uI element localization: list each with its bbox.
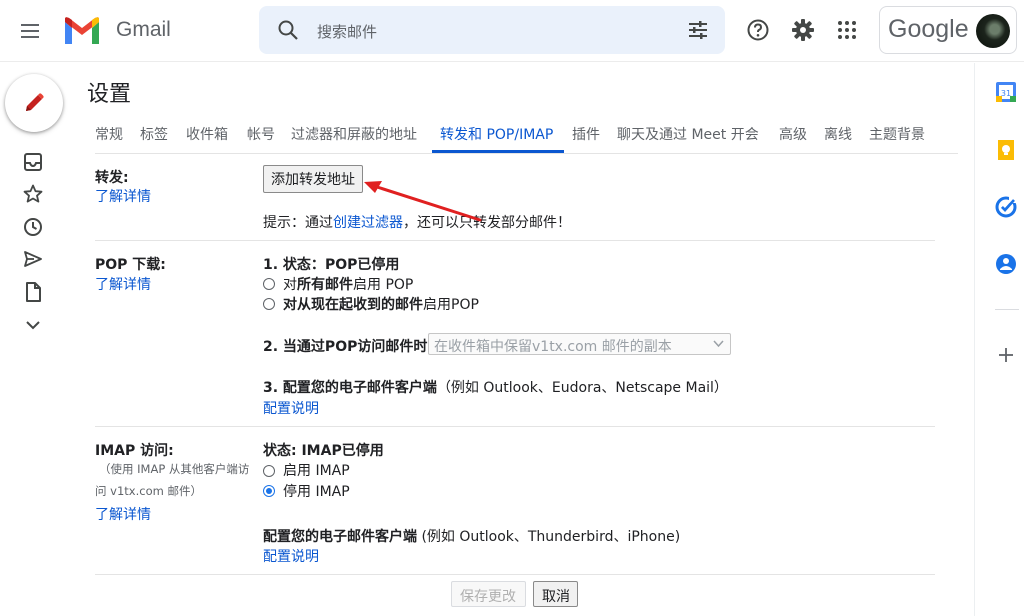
imap-sub-line1: （使用 IMAP 从其他客户端访 — [99, 462, 250, 476]
pop-when-accessed-label: 2. 当通过POP访问邮件时 — [263, 339, 428, 355]
pop-label: POP 下载: — [95, 257, 166, 273]
compose-button[interactable] — [5, 74, 63, 132]
avatar[interactable] — [976, 14, 1010, 48]
forwarding-label: 转发: — [95, 170, 129, 186]
imap-config-rest: (例如 Outlook、Thunderbird、iPhone) — [417, 529, 681, 545]
pop-option1-bold: 所有邮件 — [297, 277, 353, 293]
calendar-day: 31 — [1001, 89, 1011, 98]
google-wordmark: Google — [888, 15, 969, 43]
account-button[interactable]: Google — [879, 6, 1017, 54]
side-panel: 31 — [974, 63, 1024, 616]
pop-all-mail-radio[interactable] — [263, 278, 275, 290]
imap-disable-radio[interactable] — [263, 485, 275, 497]
imap-disable-label: 停用 IMAP — [283, 484, 350, 500]
search-input[interactable]: 搜索邮件 — [317, 21, 377, 42]
section-divider — [95, 240, 935, 241]
tab-inbox[interactable]: 收件箱 — [186, 124, 228, 144]
cancel-button[interactable]: 取消 — [533, 581, 578, 607]
add-forwarding-address-button[interactable]: 添加转发地址 — [263, 165, 363, 193]
imap-enable-radio[interactable] — [263, 465, 275, 477]
tab-offline[interactable]: 离线 — [824, 124, 852, 144]
plus-icon[interactable] — [995, 344, 1017, 366]
tune-icon[interactable] — [687, 20, 709, 40]
top-bar: Gmail 搜索邮件 Google — [0, 0, 1024, 62]
page-title: 设置 — [87, 82, 132, 107]
annotation-arrow — [364, 181, 482, 222]
pop-status: 1. 状态：POP已停用 — [263, 254, 399, 274]
search-bar[interactable]: 搜索邮件 — [259, 6, 725, 54]
tab-general[interactable]: 常规 — [95, 124, 123, 144]
keep-icon[interactable] — [995, 139, 1017, 161]
forwarding-tip-prefix: 提示：通过 — [263, 215, 333, 231]
pop-from-now-label: 对从现在起收到的邮件启用POP — [283, 294, 479, 314]
tabs-divider — [95, 153, 958, 154]
gmail-wordmark: Gmail — [116, 18, 171, 41]
side-panel-divider — [995, 309, 1019, 310]
pop-status-value: POP已停用 — [324, 257, 400, 273]
imap-label: IMAP 访问: — [95, 443, 174, 459]
section-divider — [95, 574, 935, 575]
save-changes-label: 保存更改 — [460, 589, 516, 605]
tab-accounts[interactable]: 帐号 — [247, 124, 275, 144]
gear-icon[interactable] — [791, 18, 815, 42]
tasks-icon[interactable] — [995, 196, 1017, 218]
chevron-down-icon — [713, 340, 724, 348]
tab-addons[interactable]: 插件 — [572, 124, 600, 144]
imap-status: 状态: IMAP已停用 — [263, 443, 384, 459]
chevron-down-icon[interactable] — [22, 314, 44, 336]
pop-option1-post: 启用 POP — [353, 277, 414, 293]
menu-icon[interactable] — [18, 19, 42, 43]
contacts-icon[interactable] — [995, 253, 1017, 275]
pop-config-instructions-link[interactable]: 配置说明 — [263, 398, 319, 418]
inbox-icon[interactable] — [22, 151, 44, 173]
pop-from-now-radio[interactable] — [263, 298, 275, 310]
calendar-icon[interactable]: 31 — [995, 81, 1017, 103]
imap-configure-client: 配置您的电子邮件客户端 (例如 Outlook、Thunderbird、iPho… — [263, 526, 680, 546]
active-tab-indicator — [432, 150, 564, 153]
pop-option1-pre: 对 — [283, 277, 297, 293]
imap-sub-line2: 问 v1tx.com 邮件） — [95, 484, 202, 498]
pop-action-select[interactable]: 在收件箱中保留v1tx.com 邮件的副本 — [428, 333, 731, 355]
forwarding-learn-more-link[interactable]: 了解详情 — [95, 186, 151, 206]
pop-option2-bold: 对从现在起收到的邮件 — [283, 297, 423, 313]
pop-configure-client: 3. 配置您的电子邮件客户端（例如 Outlook、Eudora、Netscap… — [263, 377, 728, 397]
draft-icon[interactable] — [22, 281, 44, 303]
imap-config-bold: 配置您的电子邮件客户端 — [263, 529, 417, 545]
gmail-logo[interactable] — [62, 16, 102, 46]
send-icon[interactable] — [22, 248, 44, 270]
tab-chat-meet[interactable]: 聊天及通过 Meet 开会 — [617, 124, 759, 144]
tab-filters[interactable]: 过滤器和屏蔽的地址 — [291, 124, 417, 144]
section-divider — [95, 426, 935, 427]
pop-action-select-value: 在收件箱中保留v1tx.com 邮件的副本 — [434, 339, 672, 355]
imap-config-instructions-link[interactable]: 配置说明 — [263, 546, 319, 566]
help-icon[interactable] — [746, 18, 770, 42]
imap-enable-label: 启用 IMAP — [283, 463, 350, 479]
pop-config-bold: 3. 配置您的电子邮件客户端 — [263, 380, 437, 396]
pop-config-rest: （例如 Outlook、Eudora、Netscape Mail） — [436, 380, 728, 396]
clock-icon[interactable] — [22, 216, 44, 238]
star-icon[interactable] — [22, 183, 44, 205]
pop-all-mail-label: 对所有邮件启用 POP — [283, 274, 413, 294]
tab-themes[interactable]: 主题背景 — [869, 124, 925, 144]
imap-learn-more-link[interactable]: 了解详情 — [95, 504, 151, 524]
pop-learn-more-link[interactable]: 了解详情 — [95, 274, 151, 294]
cancel-label: 取消 — [542, 589, 570, 605]
tab-advanced[interactable]: 高级 — [779, 124, 807, 144]
apps-grid-icon[interactable] — [835, 18, 859, 42]
tab-labels[interactable]: 标签 — [140, 124, 168, 144]
save-changes-button[interactable]: 保存更改 — [451, 581, 526, 607]
pop-option2-post: 启用POP — [423, 297, 479, 313]
tab-forwarding-pop-imap[interactable]: 转发和 POP/IMAP — [440, 124, 553, 144]
compose-pencil-icon — [26, 93, 44, 111]
search-icon[interactable] — [277, 19, 299, 41]
pop-status-prefix: 1. 状态： — [263, 257, 325, 273]
